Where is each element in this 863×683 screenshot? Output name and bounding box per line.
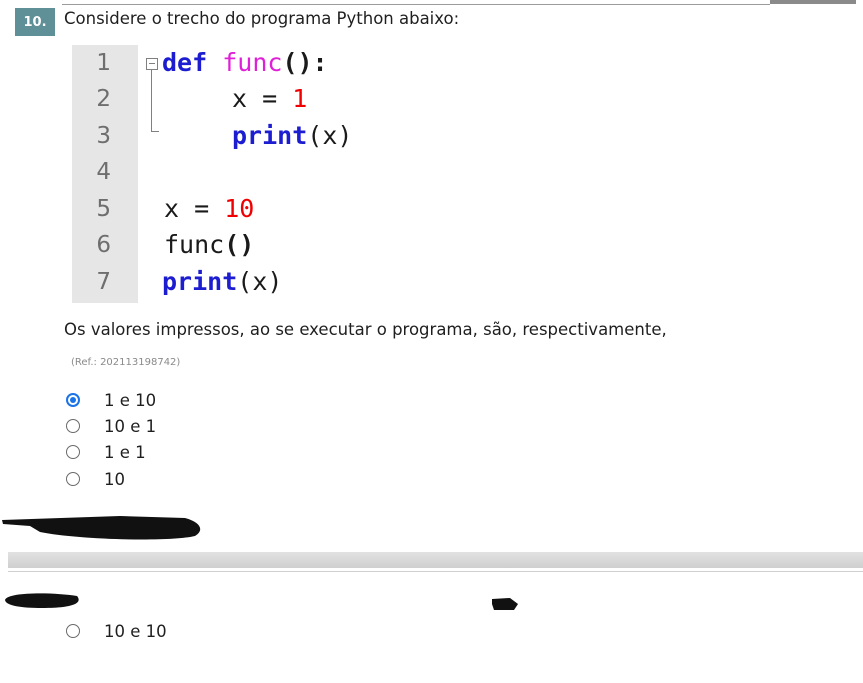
code-punctuation: () — [224, 230, 255, 259]
code-line-1: def func(): — [162, 48, 328, 77]
code-line-6: func() — [164, 230, 254, 259]
redaction-scribble — [5, 593, 79, 608]
option-3[interactable]: 1 e 1 — [66, 442, 146, 462]
line-number: 6 — [96, 232, 111, 258]
radio-button[interactable] — [66, 472, 80, 486]
page-break-band — [8, 552, 863, 568]
fold-guide-line — [151, 70, 152, 131]
code-text: x = — [232, 84, 293, 113]
radio-button[interactable] — [66, 624, 80, 638]
page-break-line — [8, 571, 863, 572]
code-text: (x) — [237, 267, 283, 296]
code-function-name: func — [222, 48, 283, 77]
question-prompt: Os valores impressos, ao se executar o p… — [64, 320, 667, 339]
option-label[interactable]: 10 e 10 — [104, 622, 167, 641]
line-number: 4 — [96, 159, 111, 185]
question-number-badge: 10. — [15, 8, 55, 36]
code-keyword: print — [232, 121, 308, 150]
line-number: 3 — [96, 123, 111, 149]
option-1[interactable]: 1 e 10 — [66, 390, 156, 410]
top-border-dark — [770, 0, 856, 4]
code-line-5: x = 10 — [164, 194, 254, 223]
code-keyword: print — [162, 267, 238, 296]
fold-collapse-icon[interactable] — [146, 58, 158, 70]
redaction-scribble — [2, 516, 201, 540]
option-label[interactable]: 10 e 1 — [104, 417, 156, 436]
radio-button-selected[interactable] — [66, 393, 80, 407]
code-block: 1 2 3 4 5 6 7 def func(): x = 1 print(x)… — [72, 45, 444, 303]
code-number: 10 — [224, 194, 255, 223]
code-line-3: print(x) — [232, 121, 352, 150]
code-line-7: print(x) — [162, 267, 282, 296]
option-label[interactable]: 1 e 10 — [104, 391, 156, 410]
radio-button[interactable] — [66, 419, 80, 433]
code-text: func — [164, 230, 225, 259]
option-5[interactable]: 10 e 10 — [66, 621, 167, 641]
code-line-2: x = 1 — [232, 84, 307, 113]
radio-button[interactable] — [66, 445, 80, 459]
option-label[interactable]: 1 e 1 — [104, 443, 146, 462]
question-text: Considere o trecho do programa Python ab… — [64, 9, 460, 28]
fold-guide-end — [151, 131, 159, 132]
line-number: 5 — [96, 196, 111, 222]
code-keyword: def — [162, 48, 208, 77]
line-number: 2 — [96, 86, 111, 112]
code-number: 1 — [292, 84, 308, 113]
code-text: (x) — [307, 121, 353, 150]
option-4[interactable]: 10 — [66, 469, 125, 489]
option-label[interactable]: 10 — [104, 470, 125, 489]
code-text: x = — [164, 194, 225, 223]
redaction-scribble — [492, 598, 518, 610]
reference-id: (Ref.: 202113198742) — [71, 357, 181, 368]
option-2[interactable]: 10 e 1 — [66, 416, 156, 436]
top-border — [62, 4, 770, 5]
code-punctuation: (): — [282, 48, 328, 77]
line-number: 1 — [96, 50, 111, 76]
line-number: 7 — [96, 269, 111, 295]
